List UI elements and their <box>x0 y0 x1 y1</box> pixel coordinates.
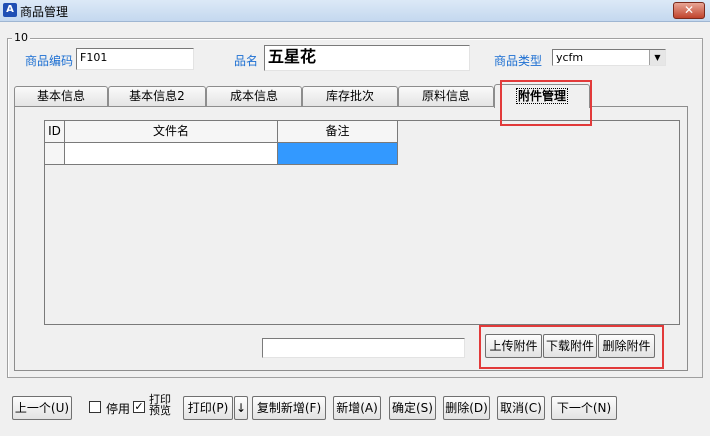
prev-button[interactable]: 上一个(U) <box>12 396 72 420</box>
tab-label: 原料信息 <box>421 89 470 103</box>
tab-material-info[interactable]: 原料信息 <box>398 86 494 106</box>
column-header-remark[interactable]: 备注 <box>278 121 398 143</box>
product-type-select[interactable]: ycfm ▼ <box>552 49 666 66</box>
print-preview-checkbox[interactable]: ✓ <box>133 401 145 413</box>
title-bar: A 商品管理 ✕ <box>0 0 710 22</box>
cancel-button[interactable]: 取消(C) <box>497 396 545 420</box>
download-attachment-button[interactable]: 下载附件 <box>543 334 597 358</box>
print-button[interactable]: 打印(P) <box>183 396 233 420</box>
next-button[interactable]: 下一个(N) <box>551 396 617 420</box>
upload-attachment-button[interactable]: 上传附件 <box>485 334 542 358</box>
checkmark-icon: ✓ <box>134 400 144 413</box>
tab-label: 基本信息2 <box>129 89 185 103</box>
copy-new-button[interactable]: 复制新增(F) <box>252 396 326 420</box>
column-header-id[interactable]: ID <box>45 121 65 143</box>
column-header-filename[interactable]: 文件名 <box>65 121 278 143</box>
tab-cost-info[interactable]: 成本信息 <box>206 86 302 106</box>
tab-basic-info[interactable]: 基本信息 <box>14 86 108 106</box>
product-code-label: 商品编码 <box>25 54 74 68</box>
table-cell-remark[interactable] <box>278 143 398 165</box>
chevron-down-icon[interactable]: ▼ <box>649 50 665 65</box>
window-title: 商品管理 <box>20 5 69 19</box>
disable-checkbox[interactable] <box>89 401 101 413</box>
disable-label: 停用 <box>106 402 131 416</box>
new-button[interactable]: 新增(A) <box>333 396 381 420</box>
table-row-header[interactable] <box>45 143 65 165</box>
product-code-input[interactable]: F101 <box>76 48 194 70</box>
delete-button[interactable]: 删除(D) <box>443 396 490 420</box>
table-cell-filename[interactable] <box>65 143 278 165</box>
product-type-label: 商品类型 <box>494 54 543 68</box>
confirm-button[interactable]: 确定(S) <box>389 396 436 420</box>
product-name-label: 品名 <box>234 54 259 68</box>
file-path-input[interactable] <box>262 338 465 358</box>
print-options-button[interactable]: ↓ <box>234 396 248 420</box>
tab-label: 库存批次 <box>325 89 374 103</box>
app-icon: A <box>3 3 17 17</box>
tab-label: 附件管理 <box>515 88 569 104</box>
attachment-grid[interactable]: ID 文件名 备注 <box>44 120 680 325</box>
tab-label: 基本信息 <box>36 89 85 103</box>
close-button[interactable]: ✕ <box>673 2 705 19</box>
tab-label: 成本信息 <box>229 89 278 103</box>
tab-basic-info-2[interactable]: 基本信息2 <box>108 86 206 106</box>
close-icon: ✕ <box>683 3 695 17</box>
tab-inventory-batch[interactable]: 库存批次 <box>302 86 398 106</box>
print-preview-label-line2: 预览 <box>149 404 171 417</box>
tab-attachment-management[interactable]: 附件管理 <box>494 84 590 108</box>
product-type-value: ycfm <box>556 51 584 64</box>
delete-attachment-button[interactable]: 删除附件 <box>598 334 655 358</box>
print-preview-label: 打印 预览 <box>149 394 175 416</box>
group-title: 10 <box>12 31 30 44</box>
arrow-down-icon: ↓ <box>235 401 247 415</box>
product-name-input[interactable]: 五星花 <box>264 45 470 71</box>
